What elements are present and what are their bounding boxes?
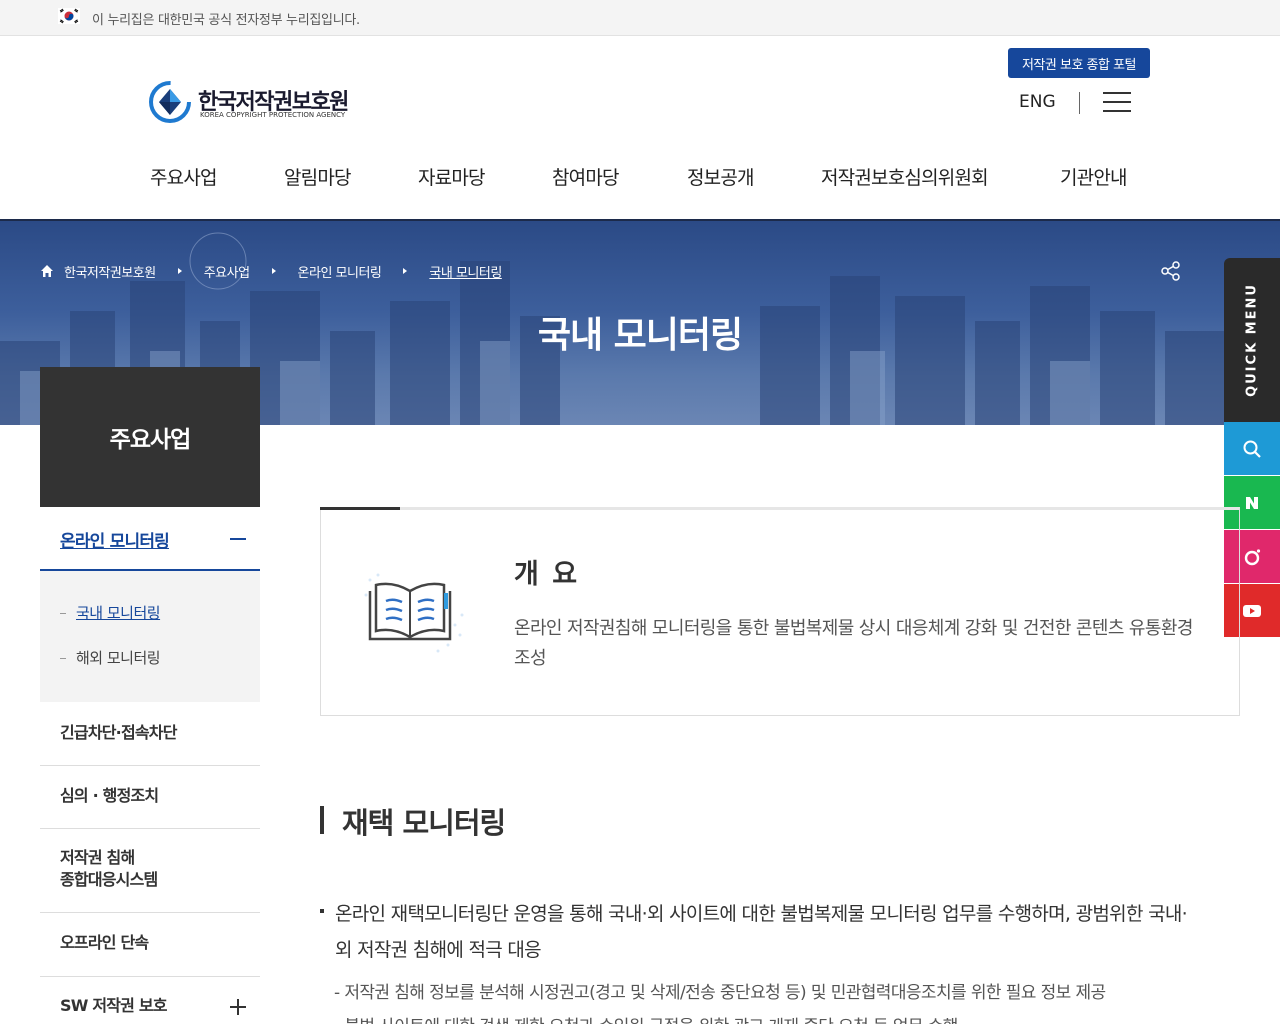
breadcrumb-home[interactable]: 한국저작권보호원 [64, 262, 156, 281]
logo-text-en: KOREA COPYRIGHT PROTECTION AGENCY [200, 111, 346, 119]
collapse-minus-icon[interactable] [230, 538, 246, 540]
lnb-item-response-system[interactable]: 저작권 침해 종합대응시스템 [40, 829, 260, 913]
search-icon [1243, 440, 1261, 458]
bullet-dot-icon [320, 909, 324, 913]
site-logo[interactable]: 한국저작권보호원 KOREA COPYRIGHT PROTECTION AGEN… [148, 80, 368, 124]
dash-icon [60, 658, 66, 659]
lnb-item-emergency-block[interactable]: 긴급차단·접속차단 [40, 702, 260, 766]
lnb-item-review[interactable]: 심의 · 행정조치 [40, 766, 260, 829]
sub-bullet-text: - 저작권 침해 정보를 분석해 시정권고(경고 및 삭제/전송 중단요청 등)… [334, 983, 1106, 1003]
naver-blog-icon [1246, 496, 1258, 509]
lnb-item-offline[interactable]: 오프라인 단속 [40, 913, 260, 977]
gov-banner-text[interactable]: 이 누리집은 대한민국 공식 전자정부 누리집입니다. [92, 9, 360, 28]
instagram-icon [1244, 548, 1261, 565]
gnb-item-committee[interactable]: 저작권보호심의위원회 [821, 163, 989, 190]
overview-description: 온라인 저작권침해 모니터링을 통한 불법복제물 상시 대응체계 강화 및 건전… [514, 618, 1193, 669]
breadcrumb-main-business[interactable]: 주요사업 [204, 262, 250, 281]
gnb-item-disclosure[interactable]: 정보공개 [687, 163, 755, 190]
lnb-item-label: 온라인 모니터링 [60, 532, 170, 552]
dash-icon [60, 613, 66, 614]
breadcrumb: 한국저작권보호원 주요사업 온라인 모니터링 국내 모니터링 [40, 262, 502, 281]
breadcrumb-online-monitoring[interactable]: 온라인 모니터링 [298, 262, 382, 281]
gnb-item-about[interactable]: 기관안내 [1060, 163, 1128, 190]
section-title: 재택 모니터링 [342, 806, 506, 840]
lnb-title: 주요사업 [109, 427, 192, 453]
breadcrumb-current[interactable]: 국내 모니터링 [429, 262, 502, 281]
copyright-portal-button[interactable]: 저작권 보호 종합 포털 [1008, 48, 1150, 78]
lnb-item-sw-copyright[interactable]: SW 저작권 보호 [40, 977, 260, 1024]
quick-menu-label[interactable]: QUICK MENU [1224, 258, 1280, 422]
sub-bullet-text: - 불법 사이트에 대한 검색 제한 요청과 수익원 근절을 위한 광고 게재 … [334, 1012, 958, 1024]
overview-title: 개 요 [514, 559, 580, 590]
breadcrumb-separator-icon [177, 268, 182, 274]
lnb-submenu: 국내 모니터링 해외 모니터링 [40, 571, 260, 702]
lnb-subitem-overseas[interactable]: 해외 모니터링 [60, 647, 161, 668]
home-icon[interactable] [40, 264, 54, 278]
youtube-icon [1243, 604, 1261, 617]
gov-banner: 이 누리집은 대한민국 공식 전자정부 누리집입니다. [0, 0, 1280, 36]
eng-link[interactable]: ENG [1019, 92, 1056, 112]
main-navigation: 주요사업 알림마당 자료마당 참여마당 정보공개 저작권보호심의위원회 기관안내 [150, 163, 1140, 193]
lnb-subitem-domestic[interactable]: 국내 모니터링 [60, 602, 161, 623]
logo-mark-icon [149, 81, 191, 123]
gnb-item-main-business[interactable]: 주요사업 [150, 163, 218, 190]
gnb-item-participation[interactable]: 참여마당 [552, 163, 620, 190]
bullet-text: 온라인 재택모니터링단 운영을 통해 국내·외 사이트에 대한 불법복제물 모니… [335, 903, 1188, 961]
breadcrumb-separator-icon [403, 268, 408, 274]
quick-search-button[interactable] [1224, 422, 1280, 475]
overview-accent-bar [320, 507, 400, 510]
section-title-bar [320, 806, 324, 834]
gnb-item-notice[interactable]: 알림마당 [284, 163, 352, 190]
lnb-item-online-monitoring[interactable]: 온라인 모니터링 [40, 507, 260, 571]
expand-plus-icon[interactable] [230, 999, 246, 1015]
gnb-item-resources[interactable]: 자료마당 [418, 163, 486, 190]
share-icon[interactable] [1160, 260, 1182, 282]
lnb-header: 주요사업 [40, 367, 260, 507]
breadcrumb-separator-icon [271, 268, 276, 274]
open-book-icon [364, 573, 464, 653]
taegukgi-icon [58, 8, 80, 24]
page-title: 국내 모니터링 [537, 315, 743, 356]
header-divider [1079, 92, 1080, 114]
hamburger-menu-icon[interactable] [1103, 92, 1131, 112]
